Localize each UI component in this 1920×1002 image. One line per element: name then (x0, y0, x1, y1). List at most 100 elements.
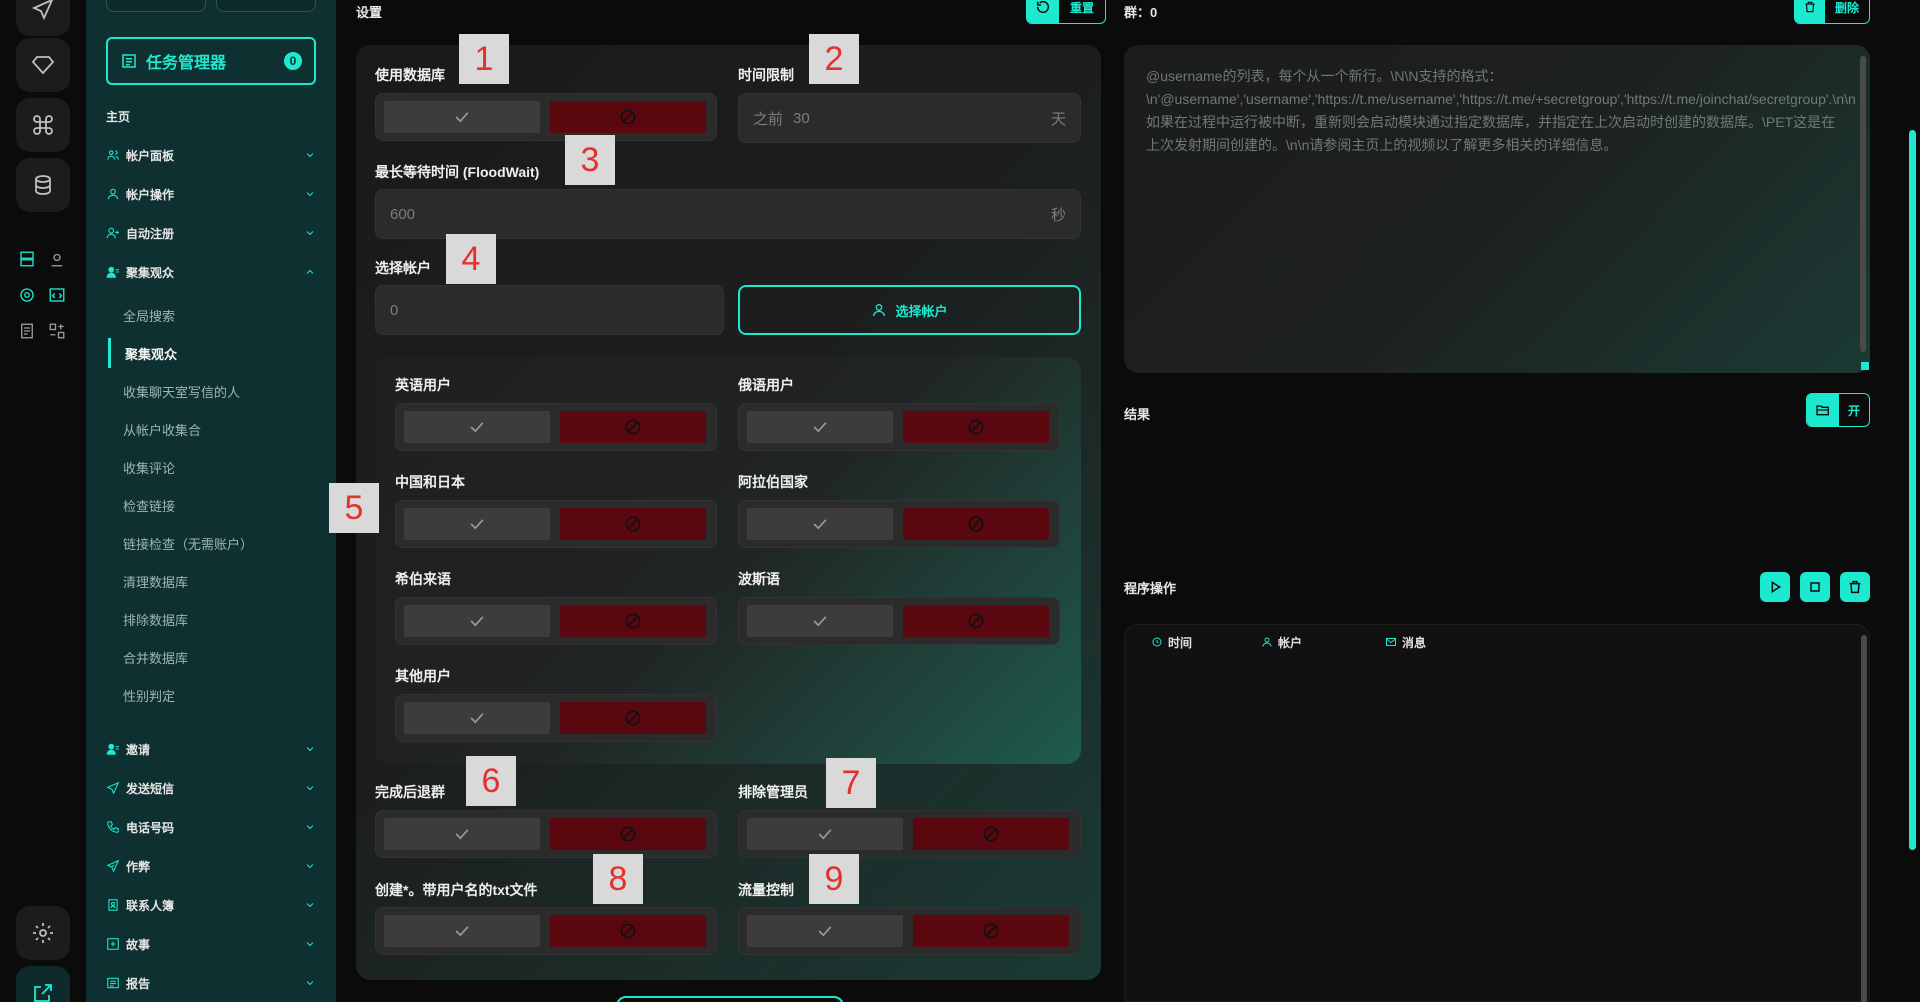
log-scrollbar[interactable] (1861, 635, 1867, 1002)
lang-english-toggle[interactable] (395, 403, 717, 451)
task-manager-button[interactable]: 任务管理器 0 (106, 37, 316, 85)
open-results-button[interactable]: 开 (1806, 393, 1870, 427)
sidebar-item-auto-register[interactable]: 自动注册 (106, 221, 316, 245)
select-account-button[interactable]: 选择帐户 (738, 285, 1081, 335)
ban-icon (625, 419, 641, 435)
sub-item-exclude-db[interactable]: 排除数据库 (109, 604, 299, 634)
toggle-yes[interactable] (747, 915, 903, 947)
sidebar-item-account-ops[interactable]: 帐户操作 (106, 182, 316, 206)
external-link-icon[interactable] (16, 966, 70, 1002)
main-content: 设置 重置 使用数据库 时间限制 之前 30 天 最长等待时间 (FloodWa… (329, 0, 1916, 1002)
lang-arab-toggle[interactable] (738, 500, 1060, 548)
pill[interactable] (216, 0, 316, 12)
toggle-no[interactable] (903, 605, 1049, 637)
flood-wait-input[interactable]: 600 秒 (375, 189, 1081, 239)
delete-button[interactable]: 删除 (1794, 0, 1870, 24)
toggle-no[interactable] (560, 508, 706, 540)
sidebar-item-cheat[interactable]: 作弊 (106, 854, 316, 878)
sub-item-global-search[interactable]: 全局搜索 (109, 300, 299, 330)
toggle-yes[interactable] (384, 818, 540, 850)
toggle-no[interactable] (550, 818, 706, 850)
send-nav-icon[interactable] (16, 0, 70, 36)
create-txt-toggle[interactable] (375, 907, 717, 955)
sub-item-merge-db[interactable]: 合并数据库 (109, 642, 299, 672)
toggle-no[interactable] (903, 508, 1049, 540)
server-icon[interactable] (16, 248, 38, 270)
command-icon[interactable] (16, 98, 70, 152)
diamond-icon[interactable] (16, 38, 70, 92)
lang-hebrew-label: 希伯来语 (395, 571, 451, 587)
toggle-no[interactable] (913, 818, 1069, 850)
toggle-no[interactable] (550, 101, 706, 133)
time-limit-input[interactable]: 之前 30 天 (738, 93, 1081, 143)
sidebar-item-send-sms[interactable]: 发送短信 (106, 776, 316, 800)
sub-item-from-account[interactable]: 从帐户收集合 (109, 414, 299, 444)
program-ops-label: 程序操作 (1124, 581, 1177, 596)
play-button[interactable] (1760, 572, 1790, 602)
toggle-no[interactable] (560, 411, 706, 443)
use-db-toggle[interactable] (375, 93, 717, 141)
grid-icon[interactable] (46, 320, 68, 342)
sidebar-item-gather-audience[interactable]: 聚集观众 (106, 260, 316, 284)
toggle-yes[interactable] (384, 101, 540, 133)
chevron-down-icon (306, 786, 314, 791)
select-account-input[interactable]: 0 (375, 285, 724, 335)
toggle-yes[interactable] (404, 605, 550, 637)
sidebar-item-contacts[interactable]: 联系人簿 (106, 893, 316, 917)
log-col-time[interactable]: 时间 (1151, 634, 1192, 651)
lang-hebrew-toggle[interactable] (395, 597, 717, 645)
database-icon[interactable] (16, 158, 70, 212)
lang-persian-toggle[interactable] (738, 597, 1060, 645)
sidebar-item-reports[interactable]: 报告 (106, 971, 316, 995)
gear-small-icon[interactable] (16, 284, 38, 306)
sub-item-chat-writers[interactable]: 收集聊天室写信的人 (109, 376, 299, 406)
flow-control-toggle[interactable] (738, 907, 1081, 955)
toggle-no[interactable] (903, 411, 1049, 443)
log-col-account[interactable]: 帐户 (1261, 634, 1302, 651)
code-window-icon[interactable] (46, 284, 68, 306)
clear-log-button[interactable] (1840, 572, 1870, 602)
cheat-icon (106, 859, 120, 873)
sub-item-comments[interactable]: 收集评论 (109, 452, 299, 482)
toggle-yes[interactable] (747, 818, 903, 850)
sidebar-item-invite[interactable]: 邀请 (106, 737, 316, 761)
settings-gear-icon[interactable] (16, 906, 70, 960)
toggle-yes[interactable] (404, 702, 550, 734)
open-label: 开 (1847, 403, 1860, 418)
location-icon[interactable] (46, 248, 68, 270)
sidebar-item-phone[interactable]: 电话号码 (106, 815, 316, 839)
sub-item-clean-db[interactable]: 清理数据库 (109, 566, 299, 596)
sub-item-check-links[interactable]: 检查链接 (109, 490, 299, 520)
document-icon[interactable] (16, 320, 38, 342)
toggle-yes[interactable] (747, 411, 893, 443)
username-list-textarea[interactable]: @username的列表，每个从一个新行。\N\N支持的格式：\n'@usern… (1124, 45, 1870, 373)
log-col-message[interactable]: 消息 (1385, 634, 1426, 651)
exclude-admin-toggle[interactable] (738, 810, 1081, 858)
toggle-no[interactable] (913, 915, 1069, 947)
lang-cnjp-toggle[interactable] (395, 500, 717, 548)
toggle-yes[interactable] (404, 508, 550, 540)
sub-item-check-links-no-account[interactable]: 链接检查（无需账户） (109, 528, 299, 558)
toggle-yes[interactable] (747, 605, 893, 637)
leave-after-toggle[interactable] (375, 810, 717, 858)
reset-button[interactable]: 重置 (1026, 0, 1106, 24)
toggle-yes[interactable] (747, 508, 893, 540)
sidebar-item-account-panel[interactable]: 帐户面板 (106, 143, 316, 167)
textarea-scrollbar[interactable] (1860, 56, 1866, 352)
sub-item-gender[interactable]: 性别判定 (109, 680, 299, 710)
pill[interactable] (106, 0, 206, 12)
toggle-yes[interactable] (404, 411, 550, 443)
toggle-no[interactable] (550, 915, 706, 947)
sub-item-gather-audience[interactable]: 聚集观众 (108, 338, 298, 368)
stop-button[interactable] (1800, 572, 1830, 602)
toggle-no[interactable] (560, 605, 706, 637)
sidebar-item-stories[interactable]: 故事 (106, 932, 316, 956)
lang-russian-toggle[interactable] (738, 403, 1060, 451)
resize-handle[interactable] (1861, 362, 1869, 370)
page-scrollbar[interactable] (1909, 130, 1916, 850)
start-button-partial[interactable] (616, 996, 844, 1002)
lang-other-toggle[interactable] (395, 694, 717, 742)
toggle-no[interactable] (560, 702, 706, 734)
sidebar-home[interactable]: 主页 (106, 108, 130, 125)
toggle-yes[interactable] (384, 915, 540, 947)
